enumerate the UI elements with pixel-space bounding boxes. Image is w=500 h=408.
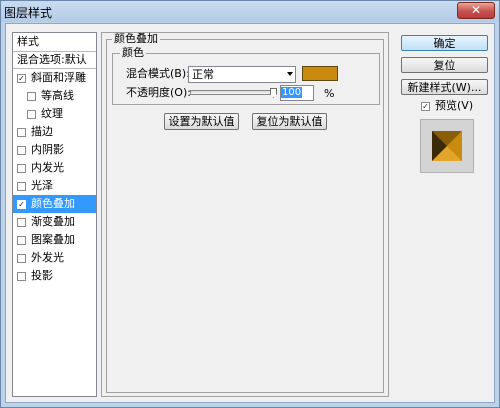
layer-style-dialog: 图层样式 ✕ 样式 混合选项:默认 ✓ 斜面和浮雕 等高线 纹理 描边 内阴影 内发光 光泽 ✓… [0, 0, 500, 408]
style-item[interactable]: ✓ 颜色叠加 [13, 195, 96, 213]
style-item[interactable]: 内发光 [13, 159, 96, 177]
blending-options-item[interactable]: 混合选项:默认 [13, 51, 96, 69]
style-item-label: 图案叠加 [31, 233, 75, 246]
style-item-label: 内发光 [31, 161, 64, 174]
style-item-label: 光泽 [31, 179, 53, 192]
style-checkbox[interactable] [27, 109, 36, 119]
style-items: ✓ 斜面和浮雕等高线纹理描边内阴影内发光光泽 ✓ 颜色叠加渐变叠加图案叠加外发光投影 [13, 69, 96, 285]
opacity-unit: % [324, 87, 335, 100]
preview-label: 预览(V) [435, 99, 474, 112]
opacity-slider[interactable] [190, 90, 274, 95]
style-item[interactable]: 等高线 [13, 87, 96, 105]
style-checkbox[interactable] [17, 235, 26, 245]
new-style-button[interactable]: 新建样式(W)... [401, 79, 488, 95]
chevron-down-icon [287, 72, 293, 76]
overlay-color-swatch[interactable] [302, 66, 338, 81]
style-checkbox[interactable] [17, 253, 26, 263]
opacity-label: 不透明度(O): [126, 86, 191, 99]
dialog-title: 图层样式 [4, 6, 53, 20]
style-checkbox[interactable]: ✓ [17, 73, 26, 83]
blend-mode-select[interactable]: 正常 [188, 66, 296, 83]
style-item-label: 渐变叠加 [31, 215, 75, 228]
style-item[interactable]: 描边 [13, 123, 96, 141]
style-checkbox[interactable] [17, 163, 26, 173]
preview-checkbox[interactable]: ✓ [421, 101, 430, 111]
style-item[interactable]: 外发光 [13, 249, 96, 267]
style-checkbox[interactable] [17, 145, 26, 155]
preview-thumbnail [432, 131, 462, 161]
ok-button[interactable]: 确定 [401, 35, 488, 51]
style-item-label: 描边 [31, 125, 53, 138]
blend-mode-label: 混合模式(B): [126, 67, 190, 80]
opacity-input[interactable]: 100 [280, 85, 314, 101]
set-default-button[interactable]: 设置为默认值 [164, 113, 239, 130]
title-bar[interactable]: 图层样式 ✕ [1, 1, 499, 22]
style-item-label: 内阴影 [31, 143, 64, 156]
opacity-value: 100 [281, 87, 303, 98]
style-item[interactable]: 内阴影 [13, 141, 96, 159]
style-item-label: 颜色叠加 [31, 197, 75, 210]
style-item[interactable]: 纹理 [13, 105, 96, 123]
style-list: 样式 混合选项:默认 ✓ 斜面和浮雕等高线纹理描边内阴影内发光光泽 ✓ 颜色叠加渐变叠… [12, 32, 97, 397]
style-item-label: 外发光 [31, 251, 64, 264]
reset-default-button[interactable]: 复位为默认值 [252, 113, 327, 130]
style-checkbox[interactable] [17, 181, 26, 191]
style-item-label: 纹理 [41, 107, 63, 120]
style-item-label: 等高线 [41, 89, 74, 102]
blend-mode-value: 正常 [192, 68, 214, 81]
color-group-title: 颜色 [120, 46, 146, 59]
style-checkbox[interactable]: ✓ [17, 199, 26, 209]
preview-toggle[interactable]: ✓ 预览(V) [421, 99, 473, 113]
style-checkbox[interactable] [17, 217, 26, 227]
style-list-header[interactable]: 样式 [13, 33, 96, 51]
style-preview [420, 119, 474, 173]
style-item[interactable]: 渐变叠加 [13, 213, 96, 231]
color-overlay-title: 颜色叠加 [112, 32, 160, 45]
style-checkbox[interactable] [17, 271, 26, 281]
reset-button[interactable]: 复位 [401, 57, 488, 73]
style-item[interactable]: 图案叠加 [13, 231, 96, 249]
color-overlay-panel: 颜色叠加 颜色 混合模式(B): 正常 不透明度(O): 100 % 设置为默认… [101, 32, 389, 397]
style-item[interactable]: 投影 [13, 267, 96, 285]
dialog-body: 样式 混合选项:默认 ✓ 斜面和浮雕等高线纹理描边内阴影内发光光泽 ✓ 颜色叠加渐变叠… [5, 23, 495, 403]
style-item[interactable]: ✓ 斜面和浮雕 [13, 69, 96, 87]
style-item-label: 斜面和浮雕 [31, 71, 86, 84]
style-item-label: 投影 [31, 269, 53, 282]
style-checkbox[interactable] [17, 127, 26, 137]
style-checkbox[interactable] [27, 91, 36, 101]
close-button[interactable]: ✕ [457, 2, 495, 19]
style-item[interactable]: 光泽 [13, 177, 96, 195]
